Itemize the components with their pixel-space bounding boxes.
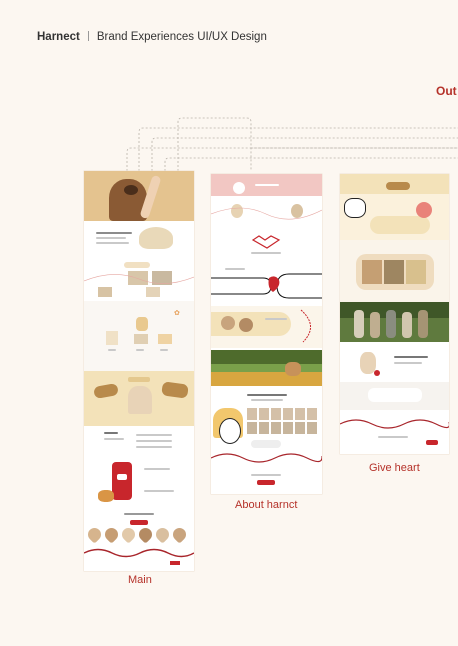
caption-give-heart: Give heart (369, 462, 420, 474)
about-title (211, 386, 322, 408)
about-page-preview[interactable] (211, 174, 322, 494)
about-intro (211, 196, 322, 232)
phone-app-icon (112, 462, 132, 500)
cat-icon (344, 198, 366, 218)
about-hearts (211, 232, 322, 260)
give-heart-page-preview[interactable] (340, 174, 449, 454)
about-field-photo (211, 350, 322, 386)
family-photo (139, 227, 173, 249)
main-care: ✿ (84, 301, 194, 371)
dog-icon (285, 362, 301, 376)
corgi-icon (98, 490, 114, 502)
about-promise (211, 306, 322, 348)
give-family-photo (340, 302, 449, 342)
about-handshake (211, 260, 322, 306)
photo-heart-row (85, 525, 190, 544)
give-story (340, 342, 449, 382)
main-products (84, 257, 194, 301)
caption-main: Main (128, 574, 152, 586)
about-gallery (211, 408, 322, 468)
main-intro (84, 221, 194, 257)
main-footer (84, 511, 194, 571)
about-footer (211, 468, 322, 494)
main-hero (84, 171, 194, 221)
paw-icon: ✿ (174, 310, 180, 317)
heart-logo-icon (251, 235, 281, 249)
caption-about: About harnct (235, 499, 298, 511)
main-notice (84, 426, 194, 456)
give-cta (340, 382, 449, 410)
give-hero (340, 174, 449, 194)
main-app (84, 456, 194, 511)
give-program (340, 240, 449, 302)
give-footer (340, 410, 449, 454)
give-intro (340, 194, 449, 240)
main-page-preview[interactable]: ✿ (84, 171, 194, 571)
dog-head (124, 185, 138, 195)
about-hero (211, 174, 322, 196)
main-banner (84, 371, 194, 426)
